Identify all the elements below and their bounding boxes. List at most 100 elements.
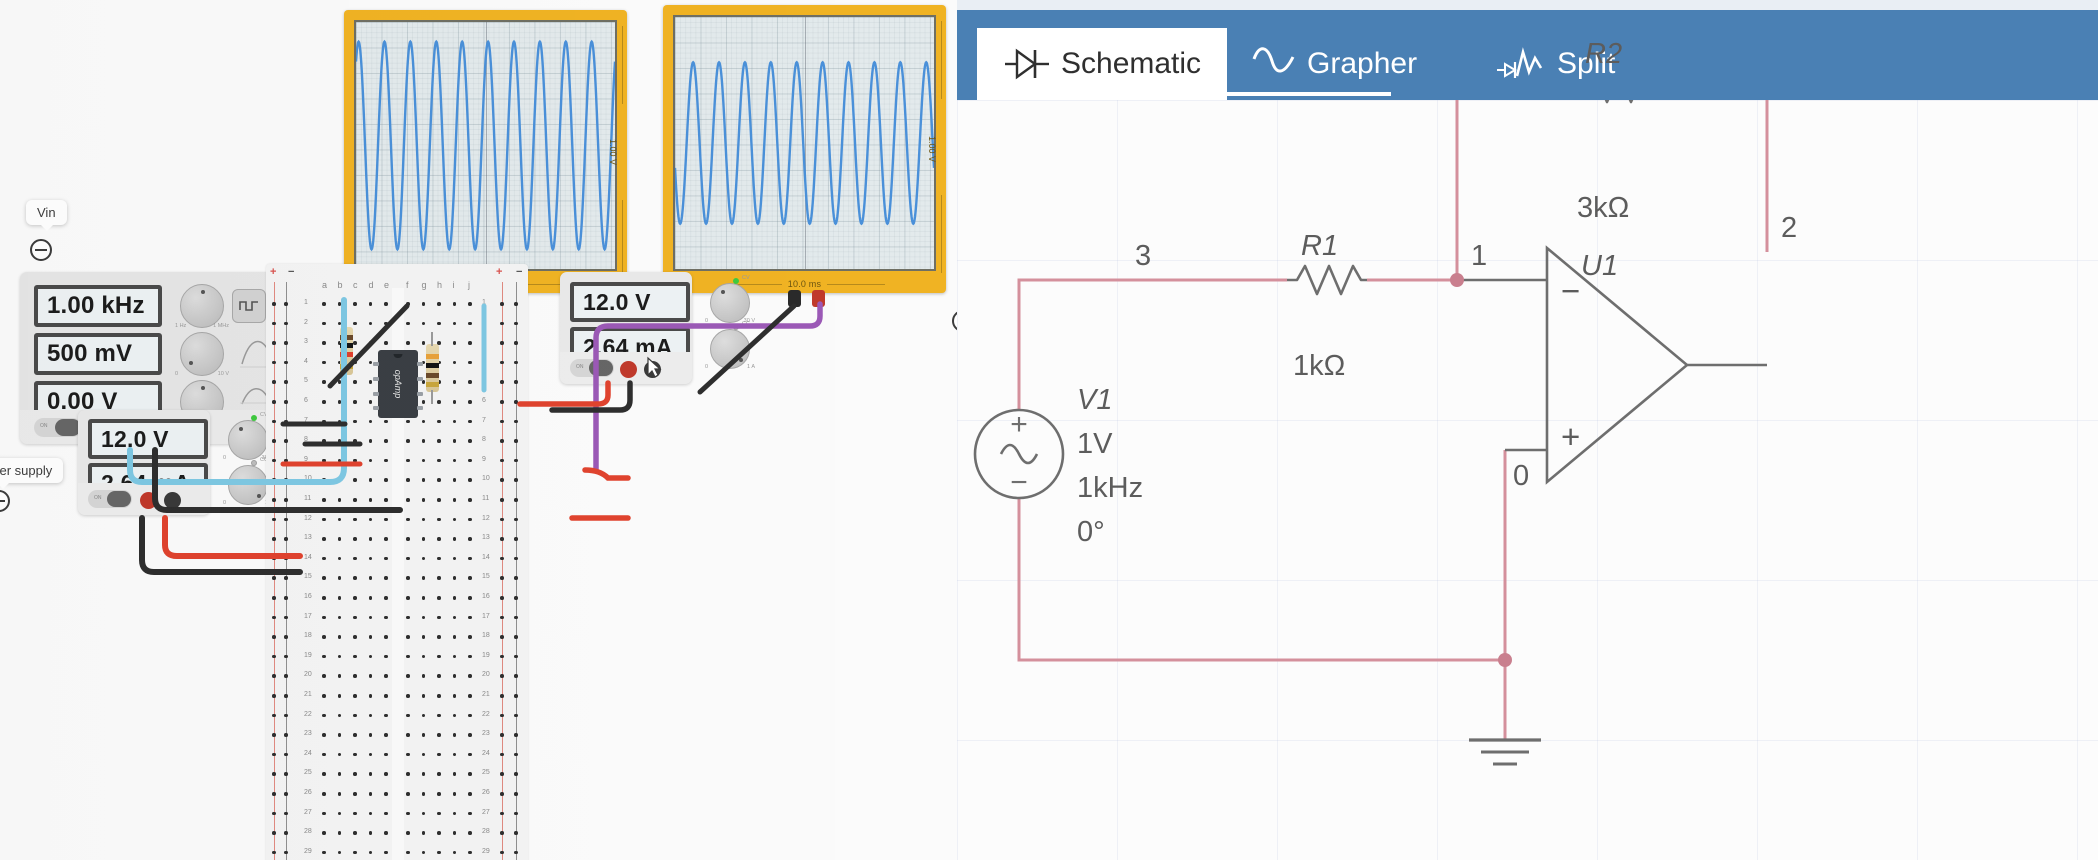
breadboard-hole[interactable]: [437, 752, 441, 757]
vin-terminal-node[interactable]: [30, 239, 52, 261]
power-supply-1-terminal-node[interactable]: [0, 490, 10, 512]
breadboard-rail-hole[interactable]: [284, 772, 288, 776]
breadboard-rail-hole[interactable]: [272, 380, 276, 384]
breadboard-rail-hole[interactable]: [284, 576, 288, 580]
breadboard-rail-hole[interactable]: [514, 792, 518, 796]
breadboard-rail-hole[interactable]: [272, 556, 276, 561]
breadboard-hole[interactable]: [406, 341, 410, 345]
breadboard-rail-hole[interactable]: [272, 400, 276, 404]
psu1-voltage-display[interactable]: 12.0 V: [88, 419, 208, 459]
breadboard-hole[interactable]: [337, 772, 342, 776]
breadboard-hole[interactable]: [384, 341, 388, 345]
breadboard-rail-hole[interactable]: [284, 615, 288, 620]
breadboard-hole[interactable]: [421, 400, 426, 404]
breadboard-hole[interactable]: [353, 400, 357, 404]
breadboard-hole[interactable]: [384, 498, 388, 502]
breadboard-hole[interactable]: [452, 596, 457, 600]
breadboard-rail-hole[interactable]: [500, 576, 504, 580]
breadboard-rail-hole[interactable]: [284, 537, 288, 541]
breadboard-hole[interactable]: [337, 792, 342, 796]
breadboard-hole[interactable]: [353, 321, 357, 326]
breadboard-hole[interactable]: [322, 341, 326, 345]
breadboard-rail-hole[interactable]: [514, 772, 518, 776]
breadboard-rail-hole[interactable]: [500, 596, 504, 600]
breadboard-hole[interactable]: [421, 576, 426, 580]
breadboard-hole[interactable]: [437, 517, 441, 522]
breadboard-hole[interactable]: [468, 596, 472, 600]
breadboard-rail-hole[interactable]: [272, 850, 276, 855]
breadboard-hole[interactable]: [406, 458, 410, 463]
breadboard-hole[interactable]: [322, 733, 326, 737]
breadboard-hole[interactable]: [337, 478, 342, 482]
breadboard-hole[interactable]: [368, 635, 373, 639]
breadboard-hole[interactable]: [452, 380, 457, 384]
breadboard-hole[interactable]: [337, 615, 342, 620]
breadboard-hole[interactable]: [337, 321, 342, 326]
breadboard-hole[interactable]: [437, 400, 441, 404]
breadboard-hole[interactable]: [384, 694, 388, 698]
breadboard-hole[interactable]: [468, 615, 472, 620]
breadboard-hole[interactable]: [384, 831, 388, 835]
breadboard-hole[interactable]: [421, 831, 426, 835]
breadboard-hole[interactable]: [468, 341, 472, 345]
breadboard-hole[interactable]: [322, 498, 326, 502]
tab-grapher[interactable]: Grapher: [1225, 28, 1443, 100]
breadboard-hole[interactable]: [468, 478, 472, 482]
breadboard-hole[interactable]: [337, 498, 342, 502]
breadboard-hole[interactable]: [353, 733, 357, 737]
breadboard-hole[interactable]: [337, 654, 342, 659]
breadboard-rail-hole[interactable]: [514, 478, 518, 482]
breadboard-hole[interactable]: [353, 380, 357, 384]
breadboard-hole[interactable]: [452, 772, 457, 776]
breadboard-hole[interactable]: [421, 615, 426, 620]
breadboard-hole[interactable]: [452, 537, 457, 541]
breadboard-hole[interactable]: [452, 654, 457, 659]
breadboard-hole[interactable]: [322, 360, 326, 365]
breadboard-hole[interactable]: [468, 792, 472, 796]
breadboard-hole[interactable]: [468, 498, 472, 502]
breadboard-hole[interactable]: [353, 576, 357, 580]
breadboard-hole[interactable]: [322, 635, 326, 639]
breadboard[interactable]: + − + − a b c d e f g h i j 1 1 2 2 3 3 4 4 5 5 6 6 7 7 8 8 9 9 10 10 11 11…: [266, 264, 528, 860]
breadboard-hole[interactable]: [322, 439, 326, 443]
breadboard-hole[interactable]: [337, 458, 342, 463]
psu1-current-knob[interactable]: 0 1 A: [223, 465, 273, 506]
breadboard-hole[interactable]: [337, 556, 342, 561]
psu2-terminal-positive[interactable]: [620, 361, 637, 378]
breadboard-hole[interactable]: [406, 772, 410, 776]
breadboard-hole[interactable]: [337, 850, 342, 855]
breadboard-rail-hole[interactable]: [500, 478, 504, 482]
breadboard-rail-hole[interactable]: [284, 556, 288, 561]
breadboard-hole[interactable]: [437, 674, 441, 678]
breadboard-hole[interactable]: [437, 419, 441, 424]
breadboard-hole[interactable]: [353, 772, 357, 776]
breadboard-rail-hole[interactable]: [514, 537, 518, 541]
breadboard-rail-hole[interactable]: [514, 400, 518, 404]
breadboard-rail-hole[interactable]: [500, 439, 504, 443]
breadboard-hole[interactable]: [384, 850, 388, 855]
breadboard-hole[interactable]: [421, 694, 426, 698]
breadboard-rail-hole[interactable]: [272, 811, 276, 816]
breadboard-hole[interactable]: [322, 596, 326, 600]
breadboard-hole[interactable]: [353, 694, 357, 698]
breadboard-hole[interactable]: [337, 380, 342, 384]
breadboard-hole[interactable]: [421, 439, 426, 443]
breadboard-hole[interactable]: [437, 537, 441, 541]
breadboard-rail-hole[interactable]: [284, 713, 288, 718]
breadboard-rail-hole[interactable]: [284, 321, 288, 326]
breadboard-hole[interactable]: [406, 635, 410, 639]
breadboard-hole[interactable]: [368, 556, 373, 561]
breadboard-hole[interactable]: [353, 811, 357, 816]
breadboard-hole[interactable]: [384, 635, 388, 639]
breadboard-rail-hole[interactable]: [500, 360, 504, 365]
breadboard-hole[interactable]: [421, 419, 426, 424]
breadboard-rail-hole[interactable]: [514, 674, 518, 678]
breadboard-rail-hole[interactable]: [272, 674, 276, 678]
breadboard-rail-hole[interactable]: [272, 615, 276, 620]
breadboard-hole[interactable]: [421, 498, 426, 502]
breadboard-rail-hole[interactable]: [500, 517, 504, 522]
breadboard-rail-hole[interactable]: [514, 615, 518, 620]
breadboard-hole[interactable]: [368, 302, 373, 306]
breadboard-hole[interactable]: [468, 400, 472, 404]
breadboard-hole[interactable]: [406, 321, 410, 326]
